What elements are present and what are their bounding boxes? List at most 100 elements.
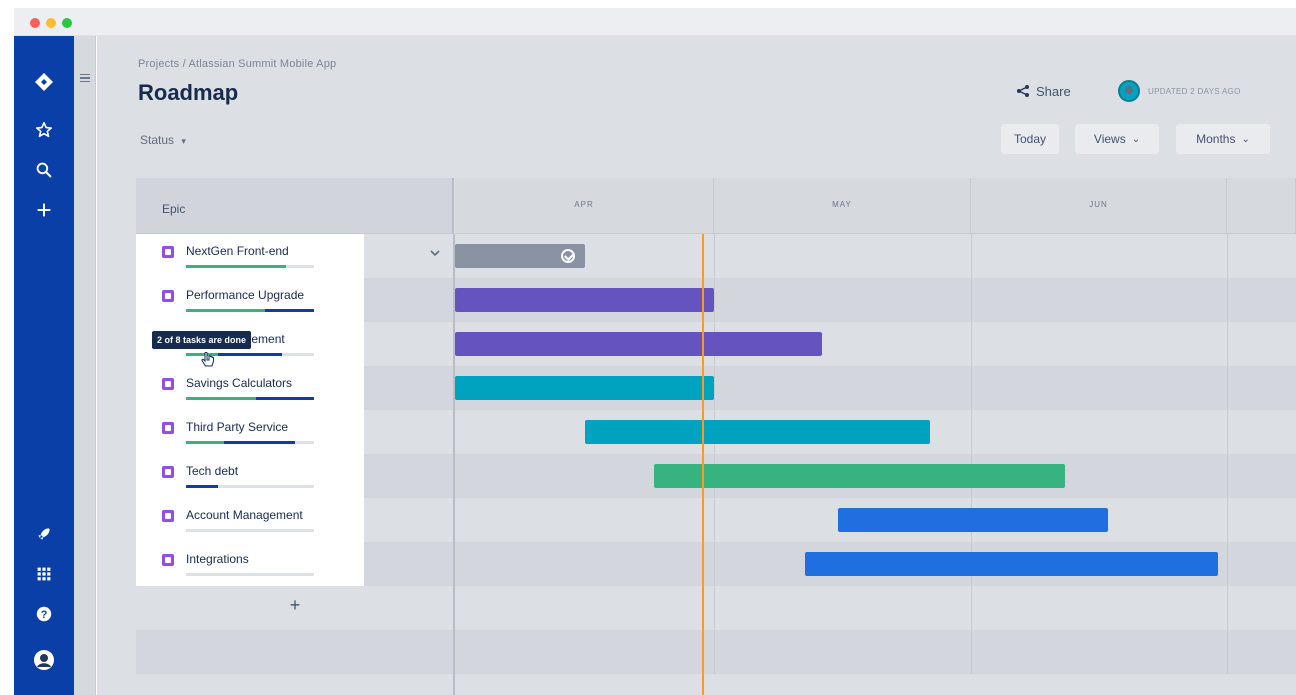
roadmap-grid: Epic APR MAY JUN NextGen Front-end Perfor… xyxy=(136,178,1296,695)
profile-avatar-icon[interactable] xyxy=(14,646,74,674)
maximize-window-button[interactable] xyxy=(62,18,72,28)
window-titlebar xyxy=(14,8,1296,36)
epic-icon xyxy=(162,378,174,390)
epic-row[interactable]: Account Management xyxy=(136,498,364,542)
page-title: Roadmap xyxy=(138,80,239,105)
share-icon xyxy=(1017,85,1029,97)
epic-icon xyxy=(162,510,174,522)
help-icon[interactable]: ? xyxy=(14,600,74,628)
epic-name: NextGen Front-end xyxy=(186,244,289,258)
month-gridline xyxy=(714,234,715,674)
epic-row[interactable]: Performance Upgrade xyxy=(136,278,364,322)
updated-text: UPDATED 2 DAYS AGO xyxy=(1148,86,1241,96)
epic-progress-bar[interactable] xyxy=(186,485,314,488)
epic-timeline-bar[interactable] xyxy=(838,508,1108,532)
progress-in-progress-segment xyxy=(256,397,314,400)
epic-timeline-bar[interactable] xyxy=(584,420,930,444)
app-switcher-icon[interactable] xyxy=(14,560,74,588)
epic-progress-bar[interactable] xyxy=(186,397,314,400)
progress-done-segment xyxy=(186,397,257,400)
epic-timeline-bar[interactable] xyxy=(653,464,1065,488)
epic-timeline-bar[interactable] xyxy=(805,552,1219,576)
epic-column-header: Epic xyxy=(136,178,454,234)
epic-progress-bar[interactable] xyxy=(186,529,314,532)
epic-timeline-bar[interactable] xyxy=(455,288,714,312)
month-label: JUN xyxy=(1089,200,1108,209)
minimize-window-button[interactable] xyxy=(46,18,56,28)
epic-icon xyxy=(162,246,174,258)
views-label: Views xyxy=(1093,132,1126,146)
timeline-row xyxy=(136,586,1296,630)
epic-row[interactable]: Savings Calculators xyxy=(136,366,364,410)
epic-name: Performance Upgrade xyxy=(186,288,305,302)
epic-name: Third Party Service xyxy=(186,420,289,434)
epic-progress-bar[interactable] xyxy=(186,441,314,444)
epic-progress-bar[interactable] xyxy=(186,573,314,576)
share-label: Share xyxy=(1036,83,1071,99)
search-icon[interactable] xyxy=(14,156,74,184)
close-window-button[interactable] xyxy=(30,18,40,28)
epic-row[interactable]: NextGen Front-end xyxy=(136,234,364,278)
chevron-down-icon: ⌄ xyxy=(1241,133,1250,145)
epic-progress-bar[interactable] xyxy=(186,265,314,268)
menu-icon[interactable] xyxy=(80,74,90,82)
months-label: Months xyxy=(1196,132,1236,146)
progress-done-segment xyxy=(186,309,266,312)
today-marker-line xyxy=(702,234,704,695)
hand-cursor-icon xyxy=(201,352,214,367)
epic-row[interactable]: Tech debt xyxy=(136,454,364,498)
progress-in-progress-segment xyxy=(265,309,314,312)
plus-icon[interactable] xyxy=(14,196,74,224)
epic-row[interactable]: Third Party Service xyxy=(136,410,364,454)
jira-logo-icon[interactable] xyxy=(14,68,74,96)
share-button[interactable]: Share xyxy=(1016,80,1071,102)
progress-done-segment xyxy=(186,265,286,268)
epic-name: Tech debt xyxy=(186,464,239,478)
month-label: APR xyxy=(574,200,594,209)
progress-in-progress-segment xyxy=(186,485,218,488)
months-dropdown[interactable]: Months ⌄ xyxy=(1176,124,1270,154)
month-header-apr: APR xyxy=(455,178,714,234)
last-updated: UPDATED 2 DAYS AGO xyxy=(1118,78,1241,104)
epic-column-header-label: Epic xyxy=(162,202,186,216)
progress-in-progress-segment xyxy=(224,441,295,444)
star-icon[interactable] xyxy=(14,116,74,144)
timeline-row xyxy=(136,630,1296,674)
check-circle-icon xyxy=(560,249,575,263)
epic-name: Account Management xyxy=(186,508,303,522)
month-label: MAY xyxy=(832,200,852,209)
svg-text:?: ? xyxy=(41,609,48,621)
today-button[interactable]: Today xyxy=(1001,124,1059,154)
month-header-may: MAY xyxy=(714,178,971,234)
expand-chevron-icon[interactable] xyxy=(428,246,442,265)
chevron-down-icon: ▾ xyxy=(181,136,186,146)
epic-icon xyxy=(162,554,174,566)
project-sidebar-collapsed xyxy=(74,36,96,695)
today-label: Today xyxy=(1013,132,1047,146)
status-filter[interactable]: Status ▾ xyxy=(140,133,186,147)
month-header-next xyxy=(1227,178,1296,234)
epic-timeline-bar[interactable] xyxy=(455,376,714,400)
global-navigation: ? xyxy=(14,36,74,695)
progress-tooltip: 2 of 8 tasks are done xyxy=(152,331,252,349)
progress-done-segment xyxy=(186,441,225,444)
status-filter-label: Status xyxy=(140,133,175,147)
month-gridline xyxy=(971,234,972,674)
epic-row[interactable]: Integrations xyxy=(136,542,364,586)
rocket-icon[interactable] xyxy=(14,520,74,548)
views-dropdown[interactable]: Views ⌄ xyxy=(1075,124,1159,154)
add-epic-button[interactable]: + xyxy=(286,596,304,614)
epic-icon xyxy=(162,422,174,434)
month-gridline xyxy=(1227,234,1228,674)
epic-name: Integrations xyxy=(186,552,249,566)
month-header-jun: JUN xyxy=(971,178,1227,234)
epic-timeline-bar[interactable] xyxy=(455,244,585,268)
epic-name: Savings Calculators xyxy=(186,376,293,390)
chevron-down-icon: ⌄ xyxy=(1131,133,1141,145)
progress-in-progress-segment xyxy=(218,353,282,356)
user-avatar[interactable] xyxy=(1118,80,1140,102)
breadcrumb[interactable]: Projects / Atlassian Summit Mobile App xyxy=(138,58,336,70)
epic-timeline-bar[interactable] xyxy=(455,332,822,356)
epic-icon xyxy=(162,466,174,478)
epic-progress-bar[interactable] xyxy=(186,309,314,312)
